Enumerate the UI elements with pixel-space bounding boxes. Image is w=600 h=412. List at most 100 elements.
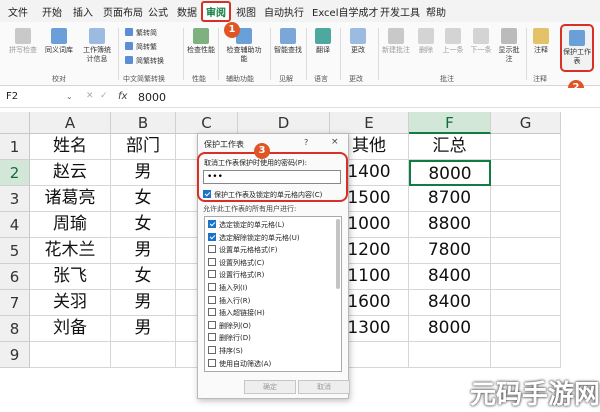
cell-g2[interactable] (491, 160, 561, 186)
cell-b8[interactable]: 男 (111, 316, 176, 342)
permission-option[interactable]: 选定解除锁定的单元格(U) (208, 232, 300, 243)
smart-lookup-button[interactable]: 智能查找 (274, 28, 302, 55)
cell-a8[interactable]: 刘备 (30, 316, 111, 342)
translate-button[interactable]: 翻译 (310, 28, 336, 55)
notes-button[interactable]: 注释 (530, 28, 552, 55)
cell-a6[interactable]: 张飞 (30, 264, 111, 290)
tab-file[interactable]: 文件 (8, 4, 28, 19)
delete-comment-button[interactable]: 删除 (414, 28, 438, 55)
column-header-e[interactable]: E (330, 112, 409, 134)
cell-g3[interactable] (491, 186, 561, 212)
checkbox-checked-icon[interactable] (208, 232, 216, 241)
show-comments-button[interactable]: 显示批注 (496, 28, 522, 64)
tab-formulas[interactable]: 公式 (148, 4, 168, 19)
row-header[interactable]: 5 (0, 238, 30, 264)
cell-f8[interactable]: 8000 (409, 316, 491, 342)
prev-comment-button[interactable]: 上一条 (440, 28, 466, 55)
formula-input[interactable]: 8000 (138, 91, 166, 104)
permission-option[interactable]: 设置行格式(R) (208, 270, 264, 280)
permission-option[interactable]: 删除列(O) (208, 320, 251, 331)
protect-sheet-button[interactable]: 保护工作表 (560, 24, 594, 72)
column-header-b[interactable]: B (111, 112, 176, 134)
permission-option[interactable]: 排序(S) (208, 346, 243, 356)
new-comment-button[interactable]: 新建批注 (382, 28, 410, 55)
cell-g1[interactable] (491, 134, 561, 160)
permissions-list[interactable]: 选定锁定的单元格(L) 选定解除锁定的单元格(U) 设置单元格格式(F) 设置列格式(… (204, 216, 342, 372)
cell-g4[interactable] (491, 212, 561, 238)
cancel-icon[interactable]: ✕ (86, 91, 94, 101)
help-icon[interactable]: ? (304, 138, 308, 147)
select-all-corner[interactable] (0, 112, 30, 134)
cell-b6[interactable]: 女 (111, 264, 176, 290)
row-header[interactable]: 4 (0, 212, 30, 238)
cell-a9[interactable] (30, 342, 111, 368)
row-header[interactable]: 9 (0, 342, 30, 368)
checkbox-unchecked-icon[interactable] (208, 358, 216, 367)
cell-b2[interactable]: 男 (111, 160, 176, 186)
checkbox-checked-icon[interactable] (208, 220, 216, 228)
cell-f6[interactable]: 8400 (409, 264, 491, 290)
row-header[interactable]: 8 (0, 316, 30, 342)
checkbox-unchecked-icon[interactable] (208, 245, 216, 254)
permission-option[interactable]: 插入行(R) (208, 295, 250, 306)
cell-b1[interactable]: 部门 (111, 134, 176, 160)
row-header[interactable]: 2 (0, 160, 30, 186)
tab-page-layout[interactable]: 页面布局 (103, 4, 143, 19)
cancel-button[interactable]: 取消 (298, 380, 350, 394)
cell-f4[interactable]: 8800 (409, 212, 491, 238)
cell-b3[interactable]: 女 (111, 186, 176, 212)
cell-f9[interactable] (409, 342, 491, 368)
cell-b9[interactable] (111, 342, 176, 368)
confirm-icon[interactable]: ✓ (100, 91, 108, 101)
tab-excel-learning[interactable]: Excel自学成才 (312, 4, 379, 19)
checkbox-unchecked-icon[interactable] (208, 295, 216, 304)
tab-developer[interactable]: 开发工具 (380, 4, 420, 19)
tab-data[interactable]: 数据 (177, 4, 197, 19)
row-header[interactable]: 3 (0, 186, 30, 212)
checkbox-unchecked-icon[interactable] (208, 320, 216, 329)
cell-f2[interactable]: 8000 (409, 160, 491, 186)
permission-option[interactable]: 删除行(D) (208, 333, 251, 343)
cell-a7[interactable]: 关羽 (30, 290, 111, 316)
password-input[interactable]: ••• (203, 170, 341, 184)
tab-automate[interactable]: 自动执行 (264, 4, 304, 19)
spelling-button[interactable]: 拼写检查 (6, 28, 40, 55)
changes-button[interactable]: 更改 (344, 28, 372, 55)
cell-b5[interactable]: 男 (111, 238, 176, 264)
cell-a1[interactable]: 姓名 (30, 134, 111, 160)
tab-view[interactable]: 视图 (236, 4, 256, 19)
cell-b4[interactable]: 女 (111, 212, 176, 238)
column-header-g[interactable]: G (491, 112, 561, 134)
checkbox-unchecked-icon[interactable] (208, 346, 216, 354)
checkbox-unchecked-icon[interactable] (208, 283, 216, 291)
cell-f3[interactable]: 8700 (409, 186, 491, 212)
permission-option[interactable]: 插入列(I) (208, 283, 248, 293)
permission-option[interactable]: 选定锁定的单元格(L) (208, 220, 284, 230)
cell-f5[interactable]: 7800 (409, 238, 491, 264)
cell-b7[interactable]: 男 (111, 290, 176, 316)
chevron-down-icon[interactable]: ⌄ (66, 92, 73, 101)
row-header[interactable]: 6 (0, 264, 30, 290)
close-icon[interactable]: × (331, 137, 339, 147)
permission-option[interactable]: 设置列格式(C) (208, 257, 264, 268)
cell-g6[interactable] (491, 264, 561, 290)
checkbox-unchecked-icon[interactable] (208, 270, 216, 279)
ok-button[interactable]: 确定 (244, 380, 296, 394)
cell-f1[interactable]: 汇总 (409, 134, 491, 160)
row-header[interactable]: 7 (0, 290, 30, 316)
simp-to-trad-button[interactable]: 简转繁 (125, 42, 157, 52)
list-scrollbar[interactable] (336, 219, 340, 289)
checkbox-unchecked-icon[interactable] (208, 308, 216, 317)
cell-a2[interactable]: 赵云 (30, 160, 111, 186)
cell-a3[interactable]: 诸葛亮 (30, 186, 111, 212)
tab-review[interactable]: 审阅 (201, 1, 231, 22)
column-header-a[interactable]: A (30, 112, 111, 134)
tab-home[interactable]: 开始 (42, 4, 62, 19)
tab-help[interactable]: 帮助 (426, 4, 446, 19)
next-comment-button[interactable]: 下一条 (468, 28, 494, 55)
cell-g8[interactable] (491, 316, 561, 342)
cell-g5[interactable] (491, 238, 561, 264)
cell-g7[interactable] (491, 290, 561, 316)
cell-g9[interactable] (491, 342, 561, 368)
cell-a4[interactable]: 周瑜 (30, 212, 111, 238)
